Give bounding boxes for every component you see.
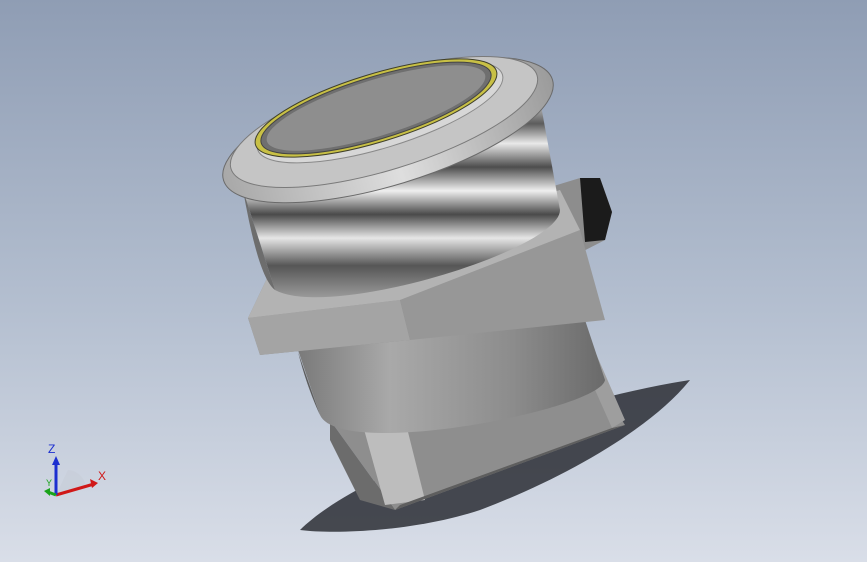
cad-viewport[interactable]: X Z Y (0, 0, 867, 562)
z-axis-label: Z (48, 442, 55, 456)
x-axis-label: X (98, 469, 106, 483)
y-axis-label: Y (46, 478, 52, 488)
part-model[interactable] (0, 0, 867, 562)
coordinate-triad: X Z Y (44, 442, 106, 497)
